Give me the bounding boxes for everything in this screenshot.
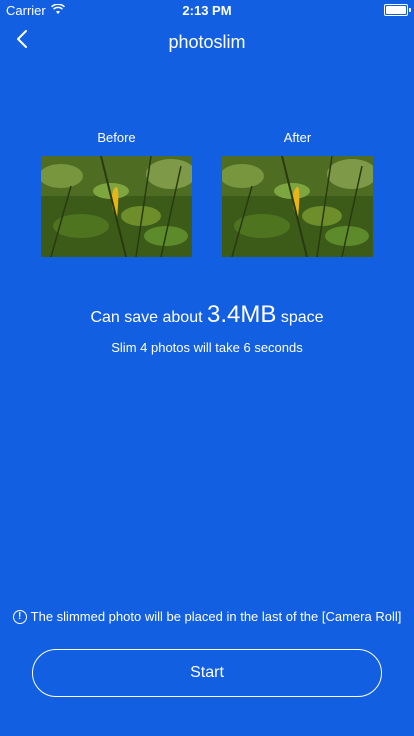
start-button[interactable]: Start [32,649,382,697]
nav-bar: photoslim [0,20,414,64]
after-photo [222,156,373,257]
before-column: Before [41,130,192,257]
notice-text: The slimmed photo will be placed in the … [30,609,402,624]
before-photo [41,156,192,257]
duration-text: Slim 4 photos will take 6 seconds [111,340,303,355]
savings-prefix: Can save about [90,309,203,326]
savings-suffix: space [280,309,324,326]
exclamation-circle-icon: ! [12,609,27,624]
status-bar: Carrier 2:13 PM [0,0,414,20]
savings-summary: Can save about 3.4MB space [0,300,414,333]
camera-roll-notice: ! The slimmed photo will be placed in th… [0,609,414,624]
status-time: 2:13 PM [182,3,232,18]
savings-amount: 3.4MB [207,301,277,328]
page-title: photoslim [168,32,246,52]
after-column: After [222,130,373,257]
start-button-label: Start [190,664,224,681]
before-label: Before [97,130,136,145]
after-label: After [283,130,312,145]
battery-icon [384,4,411,16]
